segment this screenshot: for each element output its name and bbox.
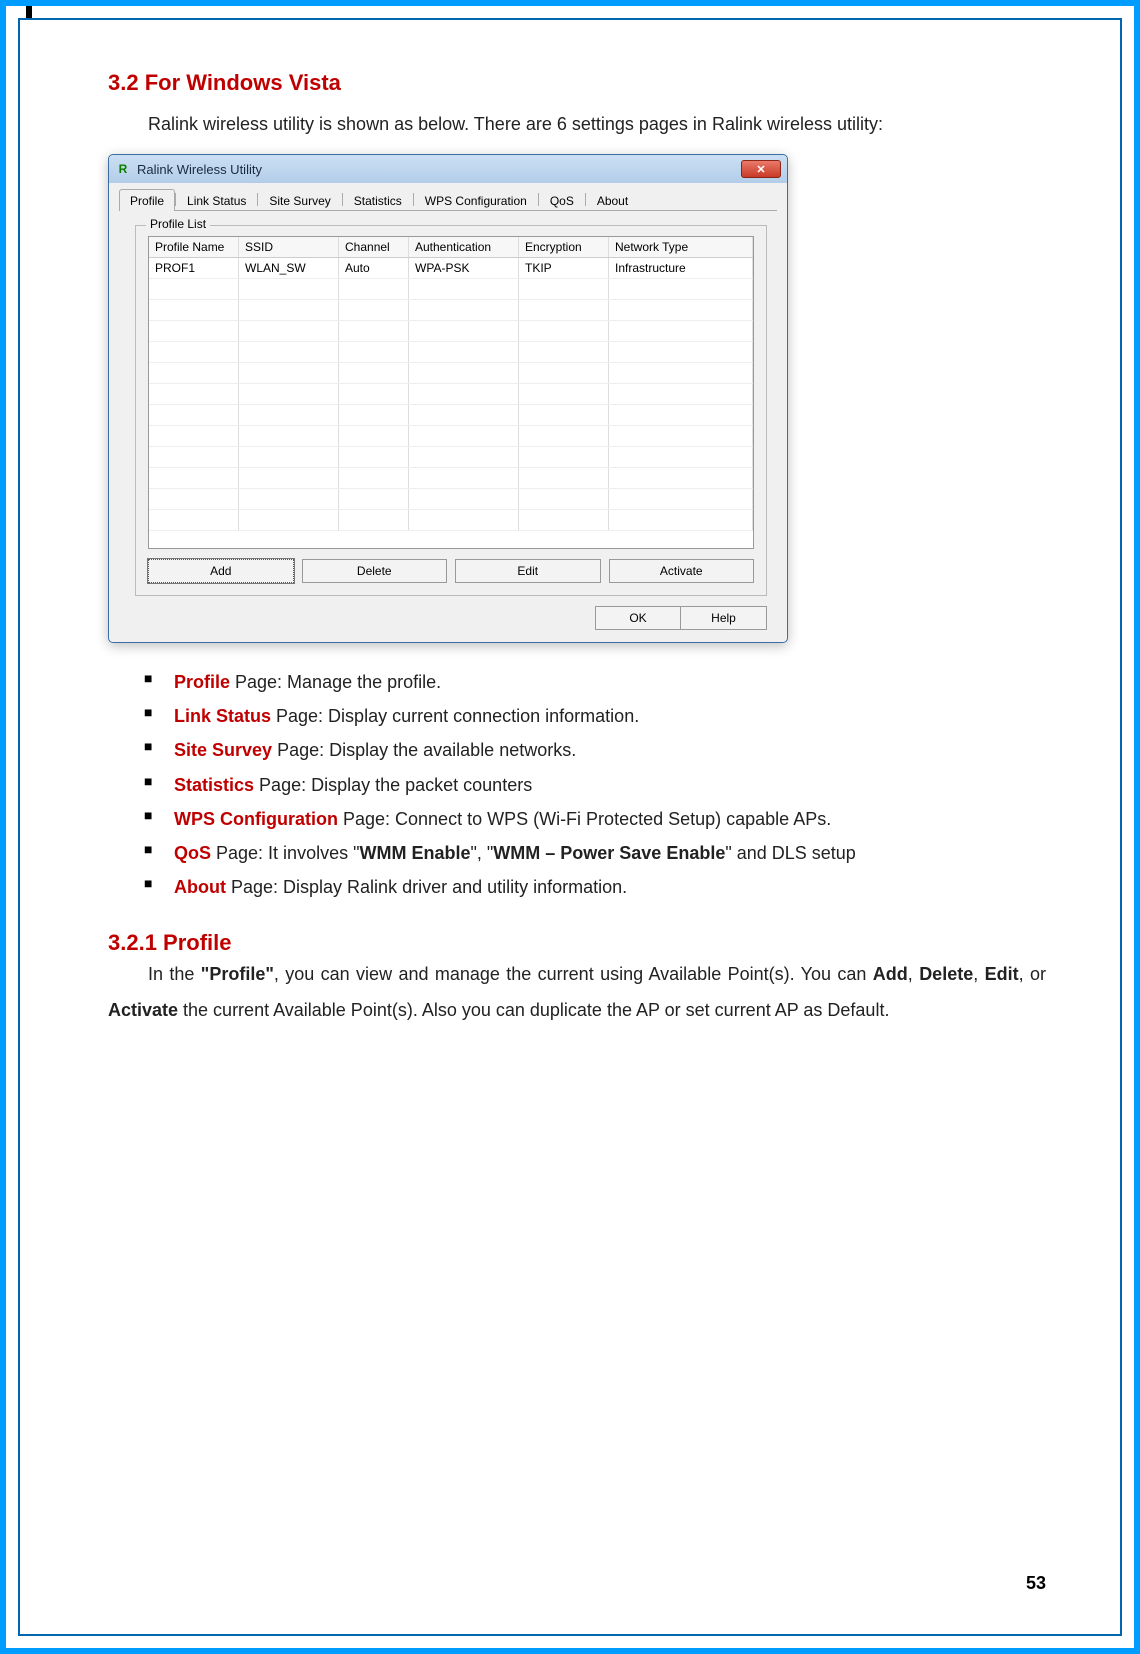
- tab-statistics[interactable]: Statistics: [343, 189, 413, 211]
- ok-button[interactable]: OK: [595, 606, 681, 630]
- tab-qos[interactable]: QoS: [539, 189, 585, 211]
- profile-listview[interactable]: Profile Name SSID Channel Authentication…: [148, 236, 754, 549]
- bullet-text: ", ": [470, 843, 493, 863]
- table-row[interactable]: PROF1 WLAN_SW Auto WPA-PSK TKIP Infrastr…: [149, 258, 753, 279]
- bullet-text: Page: Manage the profile.: [230, 672, 441, 692]
- client-area: Profile Link Status Site Survey Statisti…: [109, 183, 787, 642]
- window-title: Ralink Wireless Utility: [137, 162, 262, 177]
- ralink-utility-window: R Ralink Wireless Utility ✕ Profile Link…: [108, 154, 788, 643]
- delete-button[interactable]: Delete: [302, 559, 448, 583]
- listview-header: Profile Name SSID Channel Authentication…: [149, 237, 753, 258]
- bullet-text: Page: Display Ralink driver and utility …: [226, 877, 627, 897]
- listview-body: PROF1 WLAN_SW Auto WPA-PSK TKIP Infrastr…: [149, 258, 753, 548]
- bullet-text: Page: Display the available networks.: [272, 740, 576, 760]
- tabstrip: Profile Link Status Site Survey Statisti…: [119, 189, 777, 211]
- cell-ntype: Infrastructure: [609, 258, 753, 278]
- profile-buttons: Add Delete Edit Activate: [148, 559, 754, 583]
- bold-text: WMM Enable: [359, 843, 470, 863]
- col-profile-name[interactable]: Profile Name: [149, 237, 239, 257]
- accent-label: About: [174, 877, 226, 897]
- bullet-text: Page: Display current connection informa…: [271, 706, 639, 726]
- section-heading: 3.2 For Windows Vista: [108, 70, 1046, 96]
- list-item: QoS Page: It involves "WMM Enable", "WMM…: [144, 836, 1046, 870]
- groupbox-legend: Profile List: [146, 217, 210, 231]
- col-network-type[interactable]: Network Type: [609, 237, 753, 257]
- intro-paragraph: Ralink wireless utility is shown as belo…: [108, 106, 1046, 142]
- page-descriptions-list: Profile Page: Manage the profile. Link S…: [144, 665, 1046, 904]
- bold-text: WMM – Power Save Enable: [493, 843, 725, 863]
- list-item: Site Survey Page: Display the available …: [144, 733, 1046, 767]
- list-item: Profile Page: Manage the profile.: [144, 665, 1046, 699]
- app-icon: R: [115, 161, 131, 177]
- col-encryption[interactable]: Encryption: [519, 237, 609, 257]
- cell-profile: PROF1: [149, 258, 239, 278]
- cell-enc: TKIP: [519, 258, 609, 278]
- subsection-heading: 3.2.1 Profile: [108, 930, 1046, 956]
- accent-label: Profile: [174, 672, 230, 692]
- list-item: WPS Configuration Page: Connect to WPS (…: [144, 802, 1046, 836]
- list-item: About Page: Display Ralink driver and ut…: [144, 870, 1046, 904]
- col-ssid[interactable]: SSID: [239, 237, 339, 257]
- profile-paragraph: In the "Profile", you can view and manag…: [108, 956, 1046, 1028]
- accent-label: Statistics: [174, 775, 254, 795]
- bullet-text: " and DLS setup: [725, 843, 855, 863]
- page-frame: 3.2 For Windows Vista Ralink wireless ut…: [0, 0, 1140, 1654]
- col-authentication[interactable]: Authentication: [409, 237, 519, 257]
- dialog-buttons: OK Help: [119, 606, 767, 630]
- tab-about[interactable]: About: [586, 189, 639, 211]
- list-item: Statistics Page: Display the packet coun…: [144, 768, 1046, 802]
- activate-button[interactable]: Activate: [609, 559, 755, 583]
- edit-button[interactable]: Edit: [455, 559, 601, 583]
- cell-ssid: WLAN_SW: [239, 258, 339, 278]
- close-icon[interactable]: ✕: [741, 160, 781, 178]
- bullet-text: Page: Display the packet counters: [254, 775, 532, 795]
- tab-site-survey[interactable]: Site Survey: [258, 189, 341, 211]
- tab-link-status[interactable]: Link Status: [176, 189, 257, 211]
- accent-label: Site Survey: [174, 740, 272, 760]
- accent-label: QoS: [174, 843, 211, 863]
- tab-profile[interactable]: Profile: [119, 189, 175, 211]
- accent-label: Link Status: [174, 706, 271, 726]
- page-number: 53: [1026, 1573, 1046, 1594]
- page-content: 3.2 For Windows Vista Ralink wireless ut…: [108, 70, 1046, 1594]
- inner-frame: 3.2 For Windows Vista Ralink wireless ut…: [18, 18, 1122, 1636]
- add-button[interactable]: Add: [148, 559, 294, 583]
- accent-label: WPS Configuration: [174, 809, 338, 829]
- bullet-text: Page: It involves ": [211, 843, 359, 863]
- cell-auth: WPA-PSK: [409, 258, 519, 278]
- col-channel[interactable]: Channel: [339, 237, 409, 257]
- bullet-text: Page: Connect to WPS (Wi-Fi Protected Se…: [338, 809, 831, 829]
- tab-wps-configuration[interactable]: WPS Configuration: [414, 189, 538, 211]
- help-button[interactable]: Help: [681, 606, 767, 630]
- cell-channel: Auto: [339, 258, 409, 278]
- list-item: Link Status Page: Display current connec…: [144, 699, 1046, 733]
- profile-list-groupbox: Profile List Profile Name SSID Channel A…: [135, 225, 767, 596]
- titlebar[interactable]: R Ralink Wireless Utility ✕: [109, 155, 787, 183]
